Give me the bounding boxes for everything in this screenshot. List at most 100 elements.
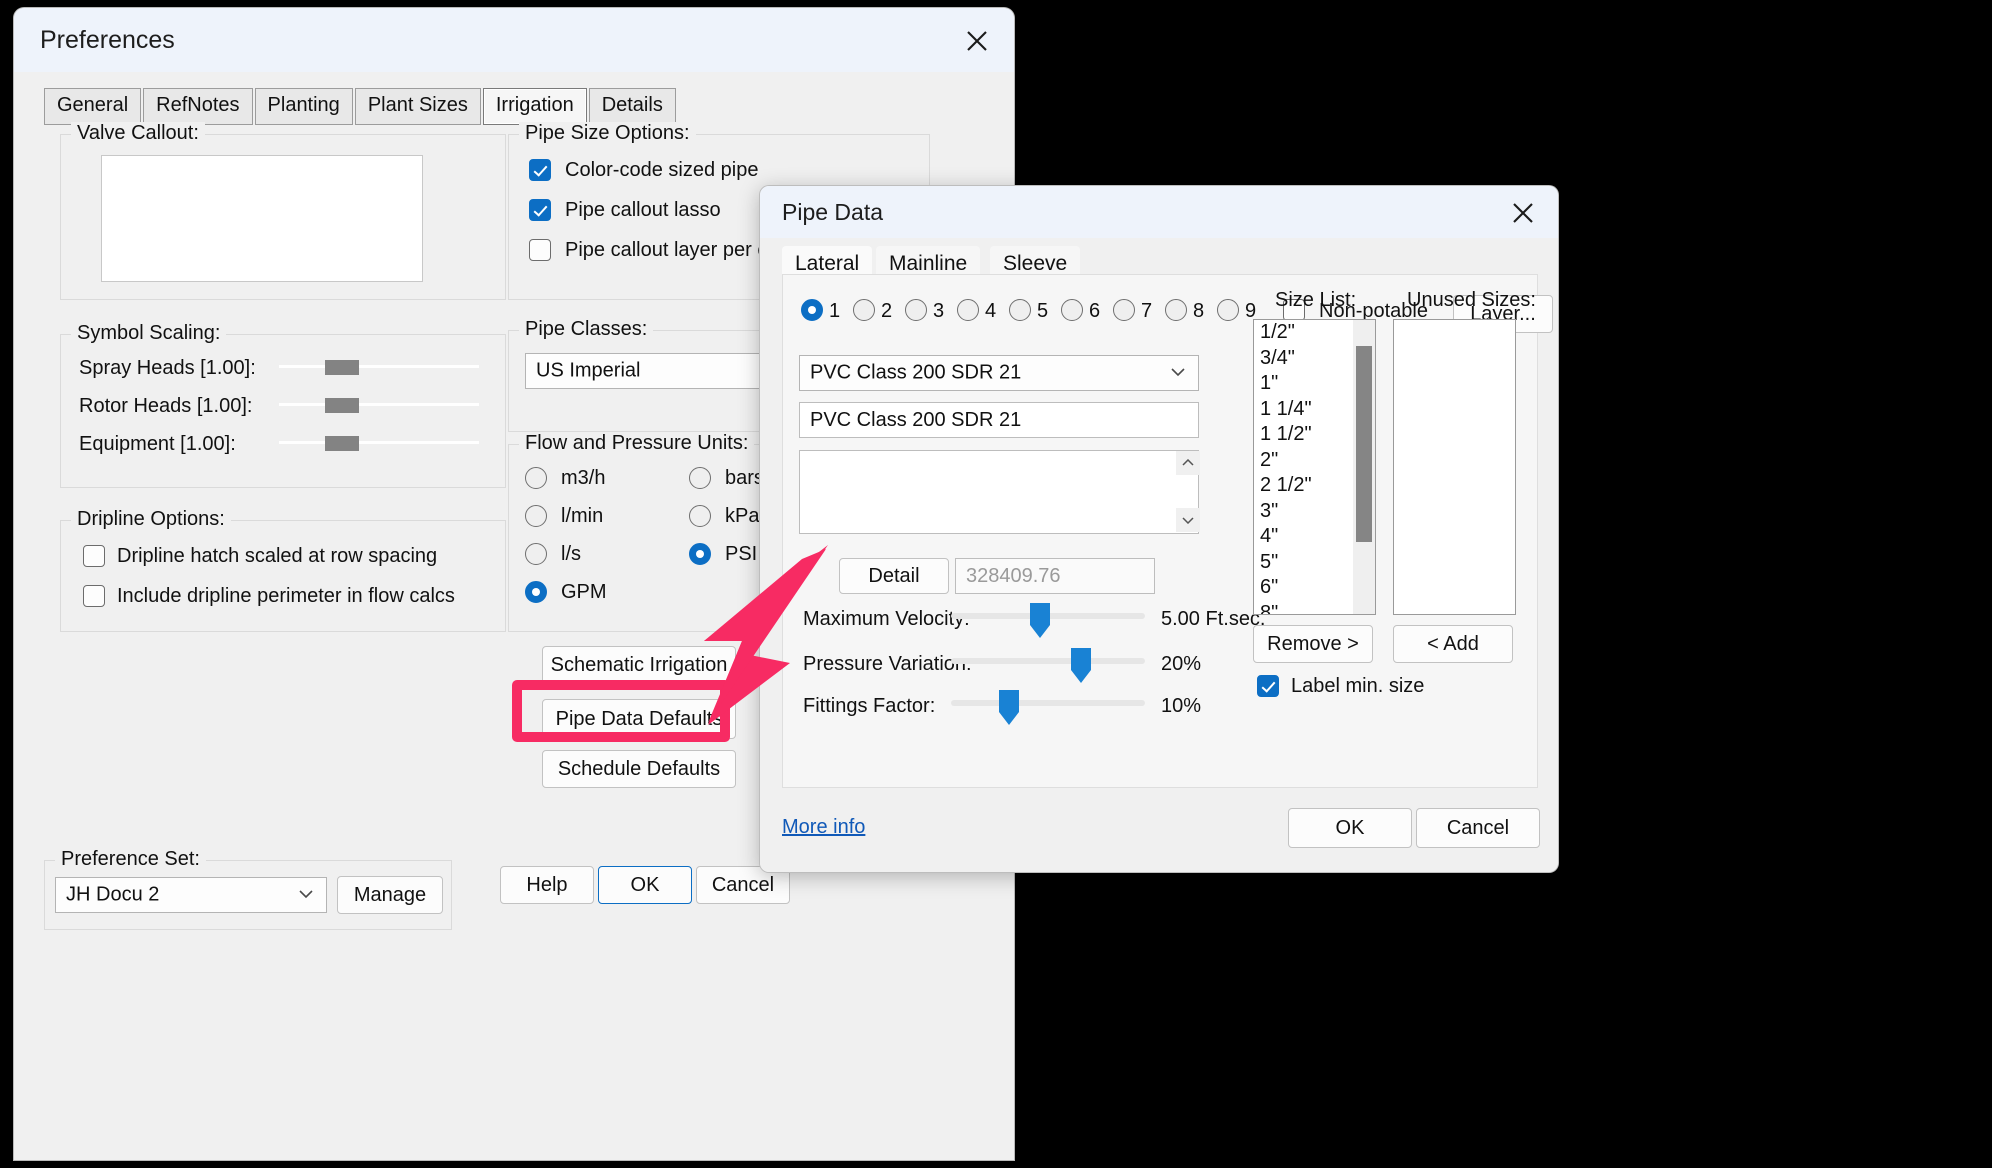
dripline-options-group: Dripline Options: Dripline hatch scaled … xyxy=(60,508,506,632)
pressure-variation-value: 20% xyxy=(1161,653,1202,675)
label-min-size-label: Label min. size xyxy=(1291,675,1425,697)
scrollbar-thumb[interactable] xyxy=(1356,346,1372,542)
pipe-description-field[interactable] xyxy=(799,450,1199,534)
help-button[interactable]: Help xyxy=(500,866,594,904)
preference-set-combo[interactable]: JH Docu 2 xyxy=(55,877,327,913)
pressure-variation-slider[interactable] xyxy=(951,648,1145,684)
description-scroll-down-button[interactable] xyxy=(1176,508,1200,532)
valve-callout-preview[interactable] xyxy=(101,155,423,282)
pipe-data-defaults-button[interactable]: Pipe Data Defaults xyxy=(542,699,736,739)
pipe-class-radio-2[interactable] xyxy=(853,299,875,321)
pipe-class-name-field[interactable]: PVC Class 200 SDR 21 xyxy=(799,402,1199,438)
rotor-heads-label: Rotor Heads [1.00]: xyxy=(79,395,253,417)
slider-track xyxy=(279,365,479,368)
pipe-data-titlebar: Pipe Data xyxy=(760,186,1558,238)
rotor-heads-slider[interactable] xyxy=(279,395,479,417)
preferences-close-button[interactable] xyxy=(954,20,1000,60)
pipe-classes-label: Pipe Classes: xyxy=(519,318,654,341)
valve-callout-label: Valve Callout: xyxy=(71,122,205,145)
pipe-class-radio-9[interactable] xyxy=(1217,299,1239,321)
fittings-factor-value: 10% xyxy=(1161,695,1202,717)
symbol-scaling-group: Symbol Scaling: Spray Heads [1.00]: Roto… xyxy=(60,322,506,488)
screenshot-root: Preferences General RefNotes Planting Pl… xyxy=(0,0,1992,1168)
preference-set-label: Preference Set: xyxy=(55,848,206,871)
slider-thumb[interactable] xyxy=(1028,603,1052,639)
maximum-velocity-slider[interactable] xyxy=(951,603,1145,639)
chevron-down-icon xyxy=(298,886,314,904)
unit-gpm-radio[interactable] xyxy=(525,581,547,603)
schedule-defaults-button[interactable]: Schedule Defaults xyxy=(542,750,736,788)
unit-kpa-radio[interactable] xyxy=(689,505,711,527)
slider-thumb[interactable] xyxy=(325,436,359,451)
pipe-class-combo[interactable]: PVC Class 200 SDR 21 xyxy=(799,355,1199,391)
pipe-data-cancel-button[interactable]: Cancel xyxy=(1416,808,1540,848)
manage-button[interactable]: Manage xyxy=(337,876,443,914)
tab-plant-sizes[interactable]: Plant Sizes xyxy=(354,88,481,125)
unit-kpa-label: kPa xyxy=(725,505,760,527)
pipe-callout-lasso-checkbox[interactable] xyxy=(529,199,551,221)
spray-heads-slider[interactable] xyxy=(279,357,479,379)
pipe-data-close-button[interactable] xyxy=(1500,192,1546,232)
more-info-link[interactable]: More info xyxy=(782,816,865,839)
detail-button[interactable]: Detail xyxy=(839,558,949,594)
pipe-class-radio-8[interactable] xyxy=(1165,299,1187,321)
maximum-velocity-label: Maximum Velocity: xyxy=(803,608,970,630)
fittings-factor-slider[interactable] xyxy=(951,690,1145,726)
dripline-hatch-label: Dripline hatch scaled at row spacing xyxy=(117,545,438,567)
size-list-scrollbar[interactable] xyxy=(1353,320,1375,614)
pipe-class-radio-1[interactable] xyxy=(801,299,823,321)
dripline-perimeter-checkbox[interactable] xyxy=(83,585,105,607)
unit-ls-radio[interactable] xyxy=(525,543,547,565)
pipe-class-radio-7[interactable] xyxy=(1113,299,1135,321)
pipe-class-radio-3[interactable] xyxy=(905,299,927,321)
pipe-class-radio-5[interactable] xyxy=(1009,299,1031,321)
pipe-callout-layer-checkbox[interactable] xyxy=(529,239,551,261)
unit-lmin-label: l/min xyxy=(561,505,604,527)
unit-bars-radio[interactable] xyxy=(689,467,711,489)
pipe-class-radio-6[interactable] xyxy=(1061,299,1083,321)
pipe-class-radio-4[interactable] xyxy=(957,299,979,321)
description-scroll-up-button[interactable] xyxy=(1176,451,1200,475)
color-code-sized-pipe-checkbox[interactable] xyxy=(529,159,551,181)
unit-psi-radio[interactable] xyxy=(689,543,711,565)
chevron-down-icon xyxy=(1170,364,1186,382)
tab-irrigation[interactable]: Irrigation xyxy=(482,88,587,125)
slider-track xyxy=(951,700,1145,706)
slider-track xyxy=(279,441,479,444)
add-button[interactable]: < Add xyxy=(1393,625,1513,663)
detail-value-field[interactable]: 328409.76 xyxy=(955,558,1155,594)
unit-psi-label: PSI xyxy=(725,543,758,565)
tab-refnotes[interactable]: RefNotes xyxy=(143,88,253,125)
size-list-listbox[interactable]: 1/2" 3/4" 1" 1 1/4" 1 1/2" 2" 2 1/2" 3" … xyxy=(1253,319,1376,615)
pipe-data-ok-button[interactable]: OK xyxy=(1288,808,1412,848)
tab-general[interactable]: General xyxy=(44,88,142,125)
preferences-tabstrip: General RefNotes Planting Plant Sizes Ir… xyxy=(44,88,676,125)
ok-button[interactable]: OK xyxy=(598,866,692,904)
flow-pressure-units-label: Flow and Pressure Units: xyxy=(519,432,755,455)
unused-sizes-listbox[interactable] xyxy=(1393,319,1516,615)
unit-lmin-radio[interactable] xyxy=(525,505,547,527)
dripline-options-label: Dripline Options: xyxy=(71,508,231,531)
unit-m3h-radio[interactable] xyxy=(525,467,547,489)
size-list-title: Size List: xyxy=(1275,289,1357,311)
dripline-hatch-checkbox[interactable] xyxy=(83,545,105,567)
tab-details[interactable]: Details xyxy=(588,88,676,125)
slider-thumb[interactable] xyxy=(325,398,359,413)
pipe-size-options-label: Pipe Size Options: xyxy=(519,122,696,145)
tab-planting[interactable]: Planting xyxy=(254,88,353,125)
preference-set-group: Preference Set: JH Docu 2 Manage xyxy=(44,848,452,930)
pipe-class-label-1: 1 xyxy=(829,300,841,322)
preferences-title: Preferences xyxy=(40,26,175,54)
slider-thumb[interactable] xyxy=(997,690,1021,726)
label-min-size-checkbox[interactable] xyxy=(1257,675,1279,697)
unit-bars-label: bars xyxy=(725,467,764,489)
close-icon xyxy=(1513,203,1533,223)
remove-button[interactable]: Remove > xyxy=(1253,625,1373,663)
slider-thumb[interactable] xyxy=(1069,648,1093,684)
equipment-slider[interactable] xyxy=(279,433,479,455)
symbol-scaling-label: Symbol Scaling: xyxy=(71,322,227,345)
preferences-titlebar: Preferences xyxy=(14,8,1014,72)
schematic-irrigation-button[interactable]: Schematic Irrigation xyxy=(542,646,736,684)
pipe-class-label-8: 8 xyxy=(1193,300,1205,322)
slider-thumb[interactable] xyxy=(325,360,359,375)
